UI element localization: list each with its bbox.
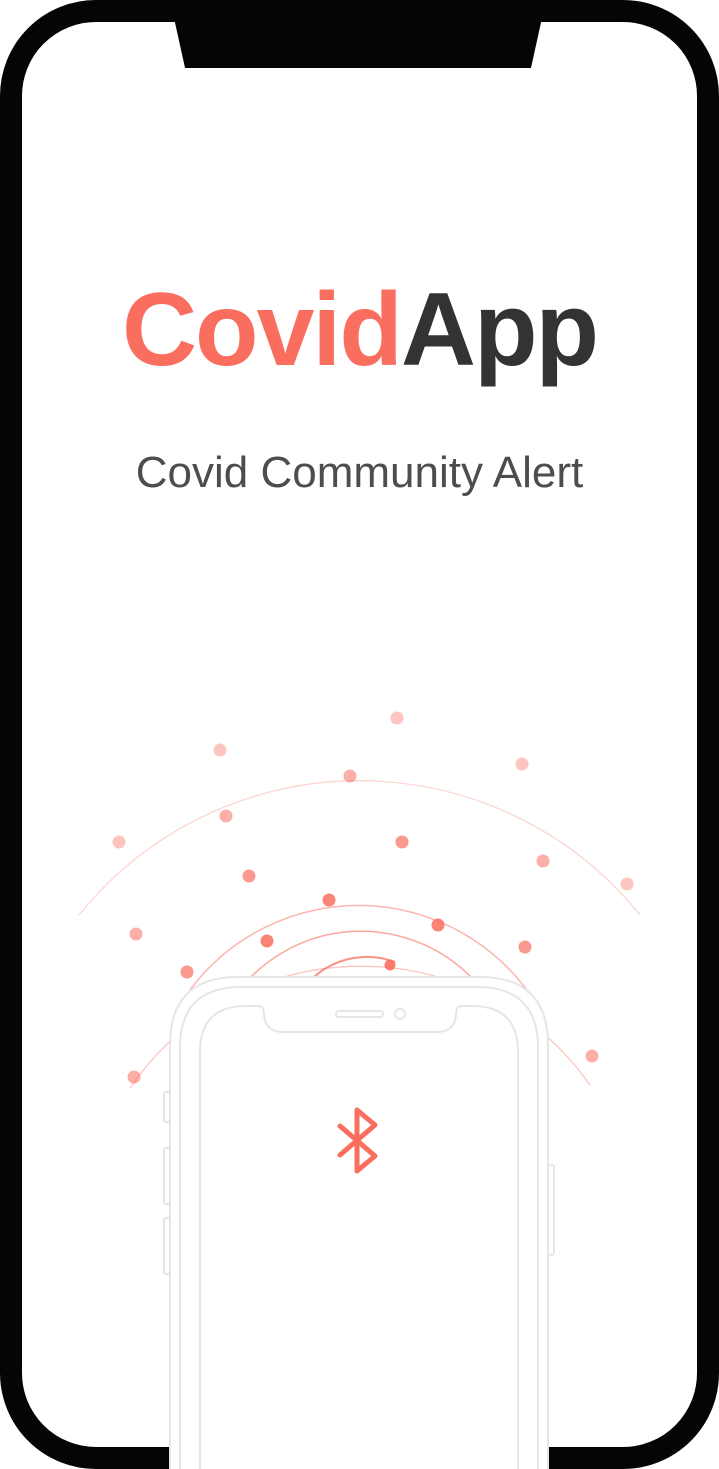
signal-dot — [431, 918, 445, 932]
signal-dot — [242, 869, 256, 883]
signal-dot — [620, 877, 634, 891]
bluetooth-broadcast-illustration — [78, 711, 641, 1469]
signal-dot — [322, 893, 336, 907]
signal-dot — [585, 1049, 599, 1063]
signal-wave-2 — [249, 930, 473, 979]
signal-dot — [515, 757, 529, 771]
phone-side-button — [163, 1147, 171, 1205]
phone-outline — [163, 976, 555, 1469]
signal-dot — [390, 711, 404, 725]
signal-dot — [343, 769, 357, 783]
signal-dot — [219, 809, 233, 823]
phone-side-button — [163, 1091, 171, 1123]
signal-dot — [260, 934, 274, 948]
signal-wave-5 — [78, 780, 641, 916]
phone-side-button — [547, 1164, 555, 1256]
phone-side-button — [163, 1217, 171, 1275]
signal-dot — [129, 927, 143, 941]
phone-outline-outer — [169, 976, 549, 1469]
signal-dot — [536, 854, 550, 868]
signal-dot — [213, 743, 227, 757]
signal-dot — [112, 835, 126, 849]
signal-dot — [395, 835, 409, 849]
signal-dot — [127, 1070, 141, 1084]
signal-dot — [180, 965, 194, 979]
signal-dot — [518, 940, 532, 954]
signal-dot — [384, 959, 396, 971]
